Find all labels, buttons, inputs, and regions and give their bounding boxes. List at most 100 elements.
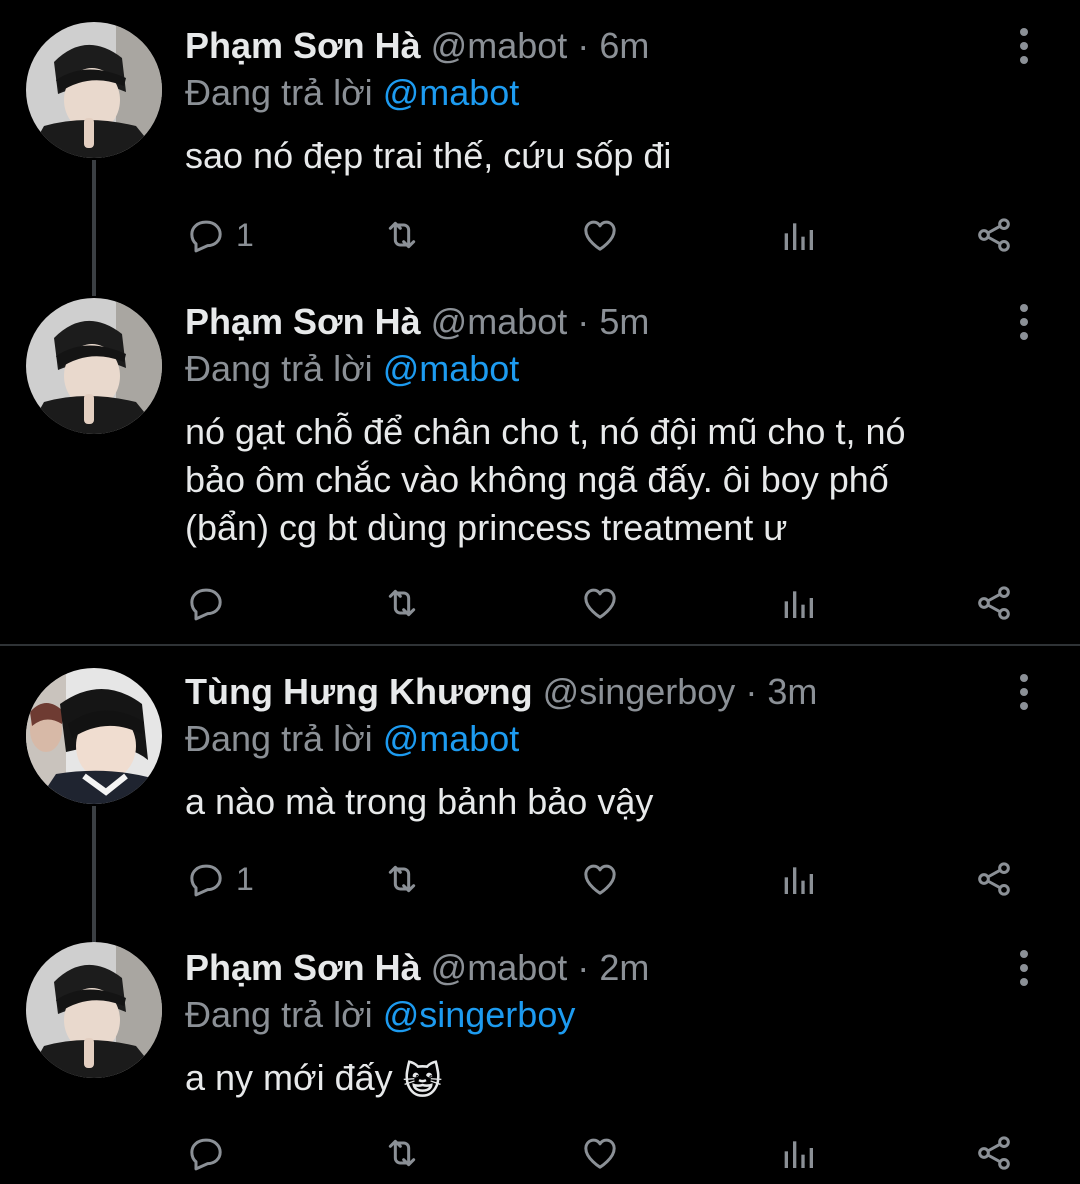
reply-icon (190, 1138, 222, 1171)
tweet[interactable]: Phạm Sơn Hà @mabot · 5m Đang trả lời @ma… (0, 276, 1080, 644)
separator-dot: · (745, 671, 758, 712)
tweet-actions: 1 (0, 854, 1080, 904)
more-vertical-icon[interactable] (1006, 672, 1042, 712)
heart-icon (584, 220, 616, 251)
more-vertical-icon[interactable] (1006, 26, 1042, 66)
author-name[interactable]: Tùng Hưng Khương (185, 671, 533, 712)
author-name[interactable]: Phạm Sơn Hà (185, 25, 421, 66)
tweet-header: Phạm Sơn Hà @mabot · 2m (185, 948, 649, 988)
stats-icon (784, 1141, 813, 1168)
avatar-image (26, 668, 162, 804)
cat-emoji-icon: 😺 (402, 1061, 443, 1103)
reply-button[interactable] (186, 1128, 236, 1178)
retweet-icon (388, 589, 416, 617)
stats-button[interactable] (778, 210, 818, 260)
author-handle[interactable]: @singerboy (543, 671, 736, 712)
replying-to: Đang trả lời @mabot (185, 72, 519, 114)
replying-to-label: Đang trả lời (185, 348, 373, 389)
timestamp[interactable]: 2m (599, 947, 649, 988)
tweet-actions (0, 578, 1080, 628)
reply-icon (190, 588, 222, 621)
like-button[interactable] (580, 578, 620, 628)
separator-dot: · (577, 301, 590, 342)
stats-icon (784, 591, 813, 618)
tweet-actions: 1 (0, 210, 1080, 260)
reply-icon (190, 220, 222, 253)
retweet-button[interactable] (382, 1128, 422, 1178)
author-handle[interactable]: @mabot (431, 301, 568, 342)
heart-icon (584, 1138, 616, 1169)
tweet-text-line: bảo ôm chắc vào không ngã đấy. ôi boy ph… (185, 459, 889, 500)
author-handle[interactable]: @mabot (431, 947, 568, 988)
reply-icon (190, 864, 222, 897)
tweet-header: Phạm Sơn Hà @mabot · 6m (185, 26, 649, 66)
more-vertical-icon[interactable] (1006, 302, 1042, 342)
replying-to-label: Đang trả lời (185, 994, 373, 1035)
tweet-header: Phạm Sơn Hà @mabot · 5m (185, 302, 649, 342)
share-button[interactable] (974, 1128, 1014, 1178)
stats-button[interactable] (778, 578, 818, 628)
more-vertical-icon[interactable] (1006, 948, 1042, 988)
tweet[interactable]: Tùng Hưng Khương @singerboy · 3m Đang tr… (0, 646, 1080, 946)
retweet-button[interactable] (382, 854, 422, 904)
tweet[interactable]: Phạm Sơn Hà @mabot · 6m Đang trả lời @ma… (0, 0, 1080, 296)
like-button[interactable] (580, 210, 620, 260)
author-name[interactable]: Phạm Sơn Hà (185, 947, 421, 988)
tweet-text-content: a ny mới đấy (185, 1057, 393, 1098)
timestamp[interactable]: 6m (599, 25, 649, 66)
replying-to: Đang trả lời @mabot (185, 348, 519, 390)
replying-to-mention[interactable]: @mabot (383, 718, 520, 759)
retweet-button[interactable] (382, 210, 422, 260)
share-icon (978, 586, 1010, 620)
avatar[interactable] (26, 942, 162, 1078)
avatar-image (26, 942, 162, 1078)
tweet-text-line: (bẩn) cg bt dùng princess treatment ư (185, 507, 788, 548)
share-icon (978, 218, 1010, 252)
tweet-text: sao nó đẹp trai thế, cứu sốp đi (185, 135, 672, 176)
tweet-text: nó gạt chỗ để chân cho t, nó đội mũ cho … (185, 408, 1045, 552)
avatar-image (26, 22, 162, 158)
reply-count: 1 (236, 860, 254, 897)
stats-icon (784, 223, 813, 250)
replying-to-mention[interactable]: @mabot (383, 72, 520, 113)
heart-icon (584, 864, 616, 895)
tweet-header: Tùng Hưng Khương @singerboy · 3m (185, 672, 817, 712)
reply-count: 1 (236, 216, 254, 253)
reply-button[interactable] (186, 578, 236, 628)
avatar[interactable] (26, 22, 162, 158)
tweet-actions (0, 1128, 1080, 1178)
timestamp[interactable]: 3m (767, 671, 817, 712)
stats-button[interactable] (778, 854, 818, 904)
reply-button[interactable]: 1 (186, 854, 254, 904)
tweet[interactable]: Phạm Sơn Hà @mabot · 2m Đang trả lời @si… (0, 922, 1080, 1184)
retweet-icon (388, 1139, 416, 1167)
share-button[interactable] (974, 210, 1014, 260)
separator-dot: · (577, 947, 590, 988)
share-button[interactable] (974, 578, 1014, 628)
avatar[interactable] (26, 298, 162, 434)
heart-icon (584, 588, 616, 619)
avatar-image (26, 298, 162, 434)
tweet-text: a nào mà trong bảnh bảo vậy (185, 781, 654, 822)
retweet-icon (388, 865, 416, 893)
tweet-thread: Phạm Sơn Hà @mabot · 6m Đang trả lời @ma… (0, 0, 1080, 1184)
separator-dot: · (577, 25, 590, 66)
author-handle[interactable]: @mabot (431, 25, 568, 66)
timestamp[interactable]: 5m (599, 301, 649, 342)
stats-button[interactable] (778, 1128, 818, 1178)
like-button[interactable] (580, 854, 620, 904)
stats-icon (784, 867, 813, 894)
replying-to-label: Đang trả lời (185, 72, 373, 113)
author-name[interactable]: Phạm Sơn Hà (185, 301, 421, 342)
avatar[interactable] (26, 668, 162, 804)
share-icon (978, 1136, 1010, 1170)
replying-to: Đang trả lời @mabot (185, 718, 519, 760)
share-icon (978, 862, 1010, 896)
replying-to-mention[interactable]: @singerboy (383, 994, 576, 1035)
like-button[interactable] (580, 1128, 620, 1178)
retweet-button[interactable] (382, 578, 422, 628)
replying-to-mention[interactable]: @mabot (383, 348, 520, 389)
reply-button[interactable]: 1 (186, 210, 254, 260)
share-button[interactable] (974, 854, 1014, 904)
retweet-icon (388, 221, 416, 249)
